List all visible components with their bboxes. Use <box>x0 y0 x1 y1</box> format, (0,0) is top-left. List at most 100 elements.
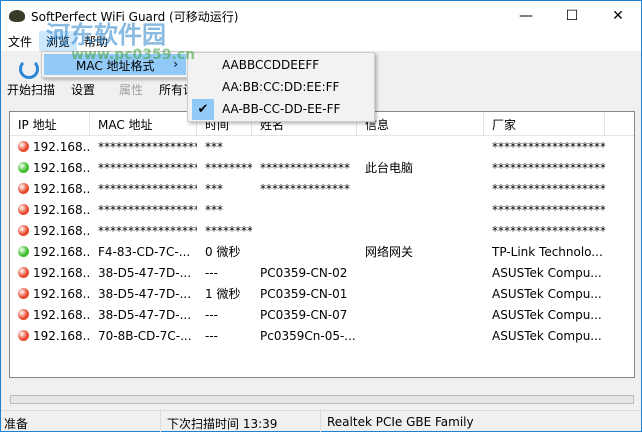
cell-time: --- <box>197 308 252 322</box>
status-red-dot-icon <box>18 183 29 194</box>
table-row[interactable]: 192.168...******************************… <box>10 136 634 157</box>
cell-time: --- <box>197 266 252 280</box>
table-row[interactable]: 192.168...******************************… <box>10 178 634 199</box>
table-row[interactable]: 192.168...******************************… <box>10 199 634 220</box>
properties-button[interactable]: 属性 <box>119 81 143 98</box>
scan-progress-bar <box>10 395 634 404</box>
cell-ip: 192.168... <box>10 203 90 217</box>
cell-vendor: ASUSTek Compu... <box>484 287 605 301</box>
status-text: 准备 <box>1 411 161 432</box>
format-option-dash-label: AA-BB-CC-DD-EE-FF <box>222 102 341 116</box>
cell-time: --- <box>197 329 252 343</box>
network-adapter: Realtek PCIe GBE Family <box>327 415 474 429</box>
status-red-dot-icon <box>18 204 29 215</box>
cell-ip-text: 192.168... <box>33 223 90 238</box>
cell-vendor: *******************... <box>484 203 605 217</box>
cell-name-text: *************** <box>260 160 350 175</box>
submenu-arrow-icon: › <box>173 57 178 71</box>
cell-info-text: 此台电脑 <box>365 161 414 175</box>
cell-mac: ***************** <box>90 140 197 154</box>
status-red-dot-icon <box>18 288 29 299</box>
cell-ip-text: 192.168... <box>33 265 90 280</box>
view-dropdown-menu: MAC 地址格式 › <box>41 51 189 78</box>
cell-time-text: *** <box>205 139 223 154</box>
maximize-button[interactable]: ☐ <box>549 1 595 31</box>
col-ip[interactable]: IP 地址 <box>10 112 90 135</box>
settings-button[interactable]: 设置 <box>71 81 95 98</box>
col-info[interactable]: 信息 <box>357 112 484 135</box>
cell-time-text: *** <box>205 202 223 217</box>
cell-mac-text: ***************** <box>98 160 197 175</box>
cell-time-text: --- <box>205 307 218 322</box>
cell-vendor: TP-Link Technolo... <box>484 245 605 259</box>
cell-mac-text: ***************** <box>98 181 197 196</box>
cell-vendor: ASUSTek Compu... <box>484 329 605 343</box>
cell-mac: F4-83-CD-7C-... <box>90 245 197 259</box>
cell-mac-text: ***************** <box>98 223 197 238</box>
cell-time: *** <box>197 182 252 196</box>
table-row[interactable]: 192.168... F4-83-CD-7C-... 0 微秒 网络网关 TP-Link… <box>10 241 634 262</box>
minimize-button[interactable]: — <box>503 1 549 31</box>
cell-time-text: ******** <box>205 223 252 238</box>
cell-vendor: ASUSTek Compu... <box>484 266 605 280</box>
table-row[interactable]: 192.168... 38-D5-47-7D-... --- PC0359-CN-02… <box>10 262 634 283</box>
title-bar: SoftPerfect WiFi Guard (可移动运行) — ☐ ✕ <box>1 1 641 31</box>
scan-refresh-icon[interactable] <box>19 59 39 79</box>
cell-ip: 192.168... <box>10 308 90 322</box>
cell-name: *************** <box>252 161 357 175</box>
cell-vendor-text: ASUSTek Compu... <box>492 307 602 322</box>
cell-info-text: 网络网关 <box>365 245 414 259</box>
cell-time: ******** <box>197 161 252 175</box>
col-mac[interactable]: MAC 地址 <box>90 112 197 135</box>
start-scan-button[interactable]: 开始扫描 <box>7 81 55 98</box>
cell-ip-text: 192.168... <box>33 328 90 343</box>
cell-mac: 70-8B-CD-7C-... <box>90 329 197 343</box>
cell-vendor-text: ASUSTek Compu... <box>492 286 602 301</box>
device-list[interactable]: IP 地址 MAC 地址 时间 姓名 信息 厂家 192.168... *****… <box>9 111 635 378</box>
table-row[interactable]: 192.168... 70-8B-CD-7C-... --- Pc0359Cn-05-… <box>10 325 634 346</box>
menu-item-mac-format[interactable]: MAC 地址格式 › <box>44 54 186 75</box>
menu-file[interactable]: 文件 <box>1 31 39 51</box>
format-option-plain[interactable]: AABBCCDDEEFF <box>190 55 372 76</box>
cell-info: 网络网关 <box>357 243 484 260</box>
status-green-dot-icon <box>18 246 29 257</box>
app-logo-icon <box>9 10 25 22</box>
cell-mac-text: ***************** <box>98 139 197 154</box>
cell-vendor: ASUSTek Compu... <box>484 308 605 322</box>
cell-ip-text: 192.168... <box>33 160 90 175</box>
close-button[interactable]: ✕ <box>595 1 641 31</box>
cell-ip-text: 192.168... <box>33 307 90 322</box>
status-red-dot-icon <box>18 330 29 341</box>
cell-ip: 192.168... <box>10 266 90 280</box>
col-vendor[interactable]: 厂家 <box>484 112 605 135</box>
cell-name: PC0359-CN-02 <box>252 266 357 280</box>
cell-mac-text: 38-D5-47-7D-... <box>98 307 192 322</box>
menu-help[interactable]: 帮助 <box>77 31 115 51</box>
table-row[interactable]: 192.168... 38-D5-47-7D-... --- PC0359-CN-07… <box>10 304 634 325</box>
cell-mac-text: F4-83-CD-7C-... <box>98 244 191 259</box>
format-option-dash[interactable]: ✔ AA-BB-CC-DD-EE-FF <box>190 99 372 120</box>
status-red-dot-icon <box>18 309 29 320</box>
cell-ip-text: 192.168... <box>33 181 90 196</box>
table-row[interactable]: 192.168... 38-D5-47-7D-... 1 微秒 PC0359-CN-0… <box>10 283 634 304</box>
cell-vendor: *******************... <box>484 161 605 175</box>
table-row[interactable]: 192.168...******************************… <box>10 157 634 178</box>
format-option-colon[interactable]: AA:BB:CC:DD:EE:FF <box>190 77 372 98</box>
cell-info: 此台电脑 <box>357 159 484 176</box>
window-title: SoftPerfect WiFi Guard (可移动运行) <box>31 9 239 24</box>
cell-ip: 192.168... <box>10 245 90 259</box>
cell-name-text: PC0359-CN-02 <box>260 265 348 280</box>
cell-name: Pc0359Cn-05-... <box>252 329 357 343</box>
cell-vendor-text: TP-Link Technolo... <box>492 244 603 259</box>
cell-time: *** <box>197 140 252 154</box>
cell-vendor-text: *******************... <box>492 160 605 175</box>
status-green-dot-icon <box>18 162 29 173</box>
cell-mac-text: 38-D5-47-7D-... <box>98 265 192 280</box>
cell-name-text: PC0359-CN-07 <box>260 307 348 322</box>
menu-view[interactable]: 浏览 <box>39 31 78 51</box>
cell-time: ******** <box>197 224 252 238</box>
cell-mac: ***************** <box>90 203 197 217</box>
cell-mac: 38-D5-47-7D-... <box>90 287 197 301</box>
table-row[interactable]: 192.168...******************************… <box>10 220 634 241</box>
cell-vendor-text: *******************... <box>492 139 605 154</box>
